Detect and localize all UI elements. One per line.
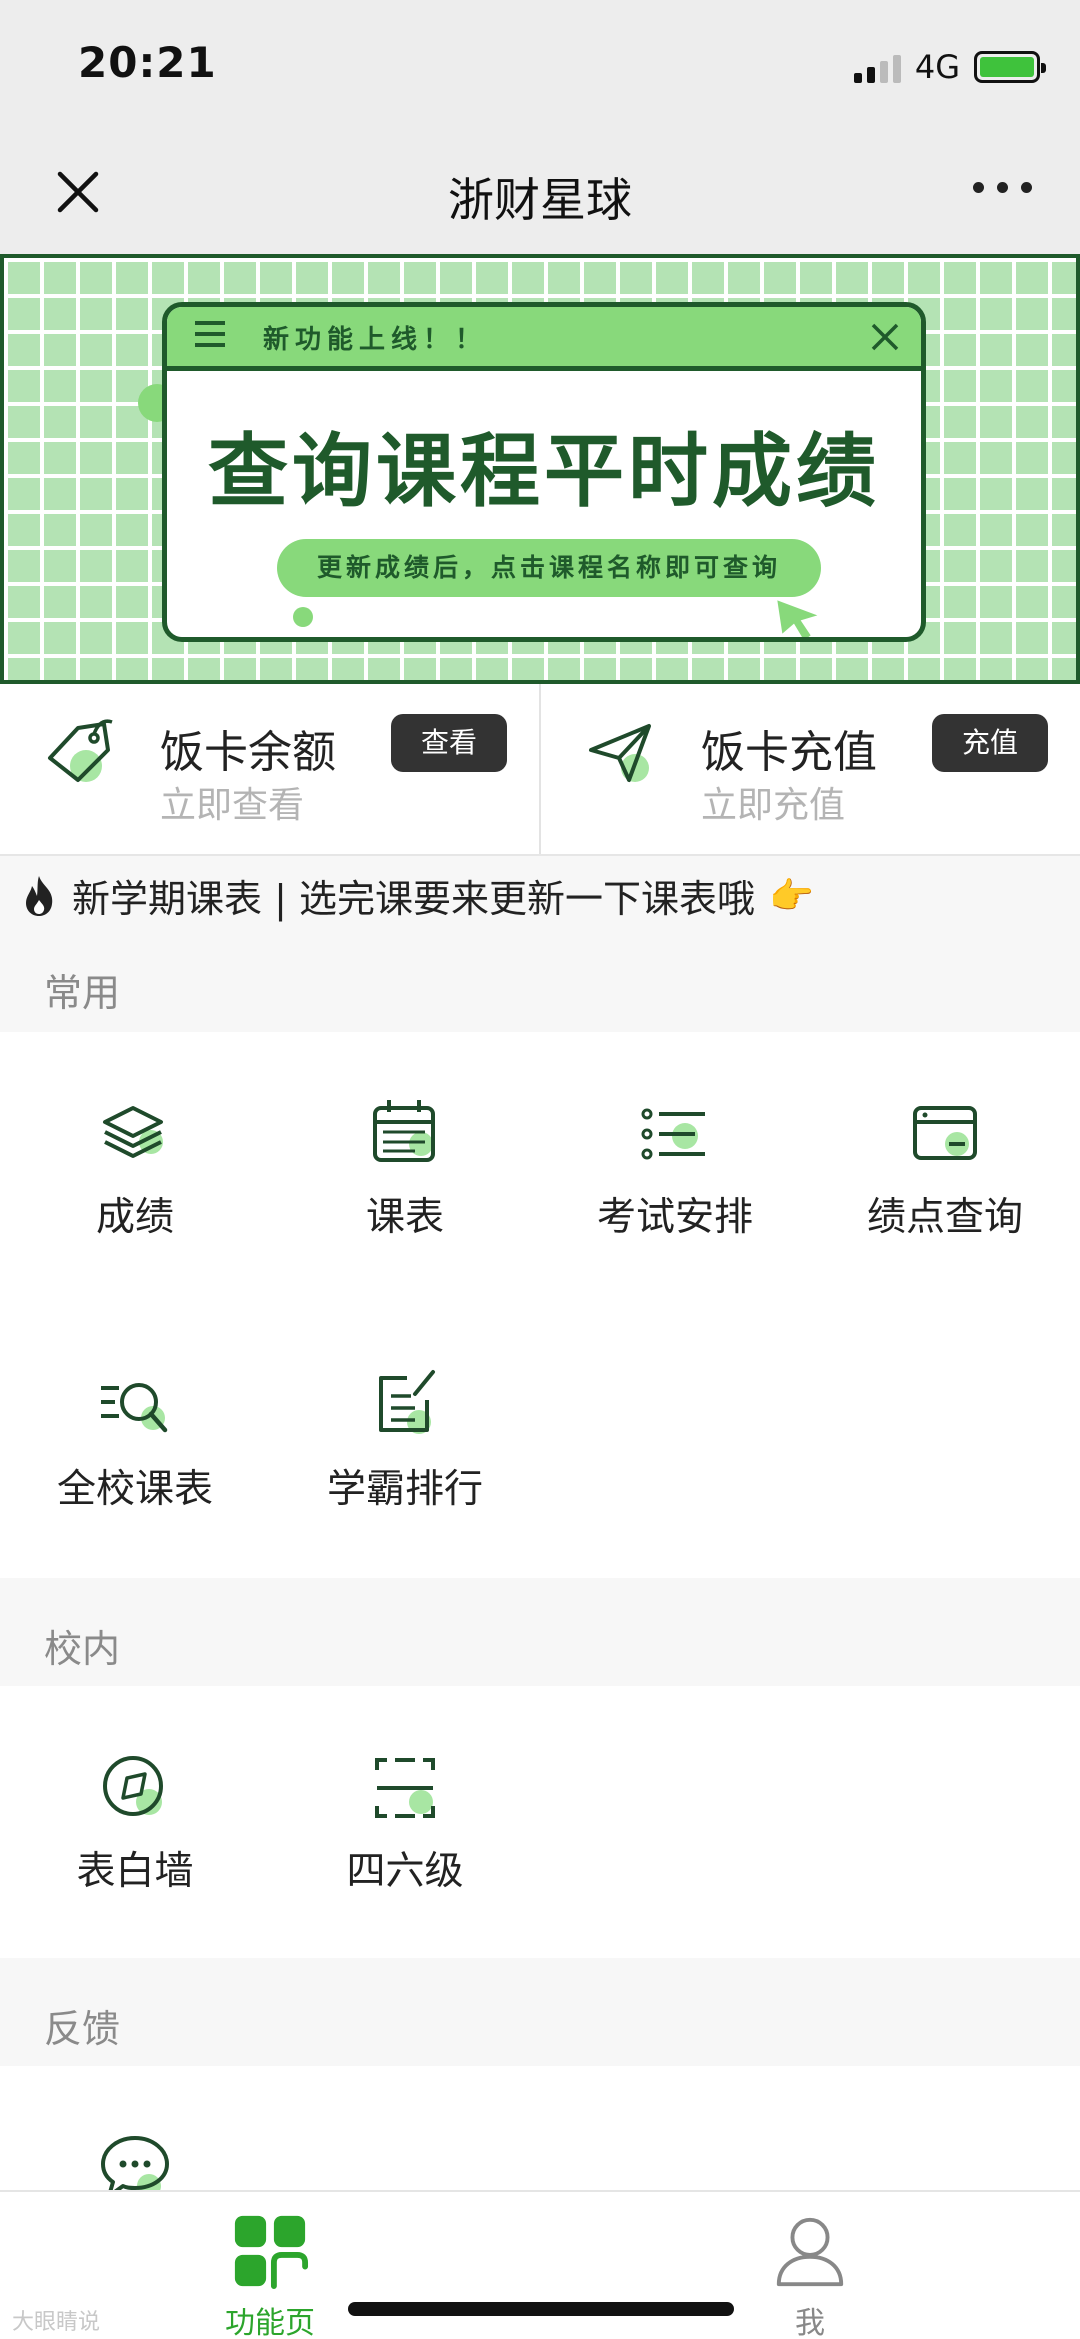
grid-label: 表白墙 xyxy=(76,1849,194,1894)
nav-bar: 浙财星球 xyxy=(0,130,1080,254)
flame-icon xyxy=(26,875,53,916)
panel-campus: 表白墙 四六级 xyxy=(0,1686,1080,1958)
status-bar: 20:21 4G xyxy=(0,0,1080,130)
banner-tag: 新功能上线！！ xyxy=(263,325,488,355)
paper-plane-icon xyxy=(589,724,651,782)
pointing-hand-icon: 👉 xyxy=(768,875,814,917)
grid-item-school-timetable[interactable]: 全校课表 xyxy=(0,1366,270,1514)
battery-icon xyxy=(974,51,1046,83)
notice-text: 新学期课表 | 选完课要来更新一下课表哦 xyxy=(72,877,755,921)
page-title: 浙财星球 xyxy=(448,173,632,227)
grid-label: 课表 xyxy=(365,1195,444,1240)
meal-card-row: 饭卡余额 立即查看 查看 饭卡充值 立即充值 充值 xyxy=(0,684,1080,856)
notice-bar[interactable]: 新学期课表 | 选完课要来更新一下课表哦 👉 xyxy=(20,868,814,923)
card-title: 饭卡余额 xyxy=(160,727,336,778)
grid-label: 学霸排行 xyxy=(326,1467,483,1512)
close-icon xyxy=(871,323,899,351)
tab-label: 我 xyxy=(795,2306,825,2339)
section-label-feedback: 反馈 xyxy=(44,2007,121,2051)
scan-icon xyxy=(375,1758,435,1818)
grid-label: 全校课表 xyxy=(56,1467,213,1512)
banner-card: 新功能上线！！ 查询课程平时成绩 更新成绩后，点击课程名称即可查询 xyxy=(162,302,926,642)
decor-dot xyxy=(293,607,313,627)
watermark: 大眼睛说 xyxy=(12,2310,101,2335)
cursor-arrow-icon xyxy=(777,600,818,637)
tab-bar: 功能页 我 xyxy=(0,2190,1080,2339)
menu-icon xyxy=(195,321,225,354)
recharge-button[interactable]: 充值 xyxy=(932,714,1048,772)
grid-item-gpa[interactable]: 绩点查询 xyxy=(810,1094,1080,1242)
more-icon[interactable] xyxy=(973,182,1032,193)
meal-card-balance[interactable]: 饭卡余额 立即查看 查看 xyxy=(0,684,539,854)
grid-label: 考试安排 xyxy=(596,1195,753,1240)
card-subtitle: 立即充值 xyxy=(701,785,846,826)
section-label-common: 常用 xyxy=(44,971,121,1015)
edit-note-icon xyxy=(379,1370,435,1434)
tab-me[interactable]: 我 xyxy=(740,2212,880,2339)
panel-common: 成绩 课表 考试安排 绩点查询 全校课表 学霸排行 xyxy=(0,1032,1080,1578)
grid-label: 四六级 xyxy=(346,1849,464,1894)
view-balance-button[interactable]: 查看 xyxy=(391,714,507,772)
grid-item-exam-schedule[interactable]: 考试安排 xyxy=(540,1094,810,1242)
chat-icon xyxy=(101,2136,169,2190)
banner-headline: 查询课程平时成绩 xyxy=(208,425,880,518)
promo-banner[interactable]: 新功能上线！！ 查询课程平时成绩 更新成绩后，点击课程名称即可查询 xyxy=(0,254,1080,684)
compass-icon xyxy=(103,1756,163,1816)
tab-label: 功能页 xyxy=(225,2306,315,2339)
grid-label: 绩点查询 xyxy=(866,1195,1023,1240)
card-title: 饭卡充值 xyxy=(701,727,877,778)
card-subtitle: 立即查看 xyxy=(160,785,305,826)
network-type: 4G xyxy=(914,48,960,86)
calendar-icon xyxy=(373,1100,435,1162)
grid-item-ranking[interactable]: 学霸排行 xyxy=(270,1366,540,1514)
grid-item-feedback[interactable] xyxy=(0,2128,270,2190)
grid-item-timetable[interactable]: 课表 xyxy=(270,1094,540,1242)
panel-feedback xyxy=(0,2066,1080,2190)
search-list-icon xyxy=(101,1383,168,1433)
tab-functions[interactable]: 功能页 xyxy=(200,2212,340,2339)
grid-label: 成绩 xyxy=(95,1195,174,1240)
meal-card-recharge[interactable]: 饭卡充值 立即充值 充值 xyxy=(539,684,1080,854)
list-icon xyxy=(641,1108,705,1160)
layers-icon xyxy=(103,1106,163,1158)
price-tag-icon xyxy=(48,719,113,782)
grid-item-confession-wall[interactable]: 表白墙 xyxy=(0,1748,270,1896)
grid-item-grades[interactable]: 成绩 xyxy=(0,1094,270,1242)
status-indicators: 4G xyxy=(853,48,1046,86)
card-icon xyxy=(913,1106,977,1160)
banner-pill: 更新成绩后，点击课程名称即可查询 xyxy=(277,539,821,597)
user-icon xyxy=(776,2217,844,2287)
section-label-campus: 校内 xyxy=(44,1627,121,1671)
signal-icon xyxy=(853,51,901,83)
banner-card-header: 新功能上线！！ xyxy=(167,307,921,371)
grid-item-cet[interactable]: 四六级 xyxy=(270,1748,540,1896)
home-indicator[interactable] xyxy=(348,2302,734,2316)
status-time: 20:21 xyxy=(78,38,217,87)
grid-icon xyxy=(234,2215,309,2290)
